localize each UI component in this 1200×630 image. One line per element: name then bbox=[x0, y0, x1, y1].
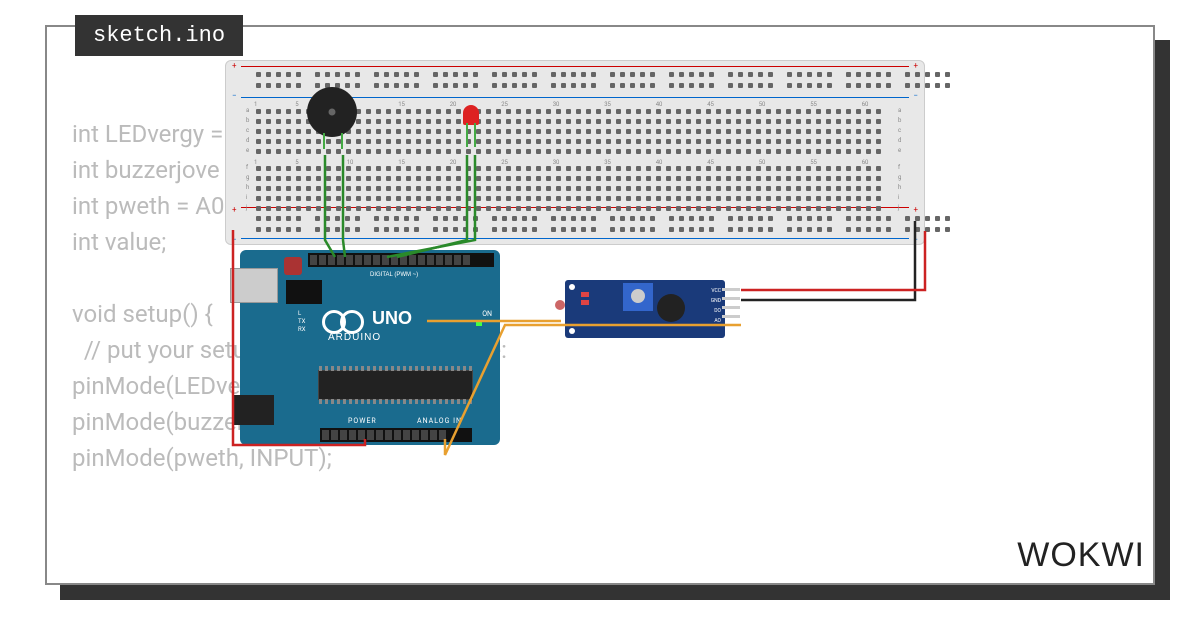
wokwi-logo: WOKWI bbox=[1017, 536, 1145, 575]
filename: sketch.ino bbox=[93, 23, 225, 48]
file-tab[interactable]: sketch.ino bbox=[75, 15, 243, 56]
wires bbox=[45, 25, 1155, 585]
circuit-canvas[interactable]: + − + − + − + − 115510101515202025253030… bbox=[45, 25, 1155, 585]
